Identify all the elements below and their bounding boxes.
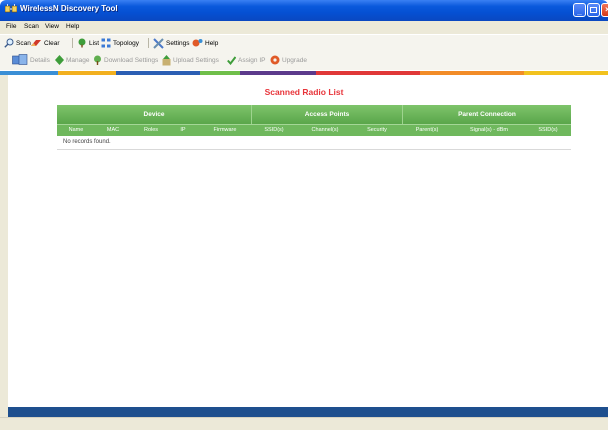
group-parent-connection: Parent Connection bbox=[458, 111, 516, 118]
scan-label: Scan bbox=[16, 39, 31, 47]
radio-grid: Device Access Points Parent Connection N… bbox=[57, 105, 571, 150]
menu-file[interactable]: File bbox=[6, 23, 16, 30]
col-channels[interactable]: Channel(s) bbox=[303, 125, 347, 136]
stripe-segment bbox=[524, 71, 608, 75]
settings-button[interactable]: Settings bbox=[153, 37, 190, 49]
maximize-button[interactable] bbox=[587, 3, 600, 17]
grid-body: No records found. bbox=[57, 136, 571, 150]
stripe-segment bbox=[200, 71, 240, 75]
maximize-icon bbox=[590, 7, 597, 13]
col-parents[interactable]: Parent(s) bbox=[407, 125, 447, 136]
stripe-segment bbox=[116, 71, 200, 75]
menu-view[interactable]: View bbox=[45, 23, 59, 30]
col-mac[interactable]: MAC bbox=[99, 125, 127, 136]
stripe-segment bbox=[316, 71, 420, 75]
app-icon bbox=[5, 4, 17, 13]
upgrade-label: Upgrade bbox=[282, 56, 307, 64]
close-icon: × bbox=[605, 5, 608, 14]
menu-help[interactable]: Help bbox=[66, 23, 79, 30]
help-icon bbox=[192, 39, 203, 47]
manage-button[interactable]: Manage bbox=[55, 54, 90, 66]
topology-button[interactable]: Topology bbox=[101, 37, 139, 49]
upload-icon bbox=[162, 54, 171, 65]
manage-label: Manage bbox=[66, 56, 90, 64]
empty-message: No records found. bbox=[63, 139, 111, 145]
color-stripe bbox=[0, 71, 608, 75]
topology-icon bbox=[101, 38, 111, 48]
stripe-segment bbox=[58, 71, 116, 75]
details-icon bbox=[12, 54, 28, 65]
group-device: Device bbox=[143, 111, 165, 118]
minimize-button[interactable]: _ bbox=[573, 3, 586, 17]
grid-group-header: Device Access Points Parent Connection bbox=[57, 105, 571, 124]
help-button[interactable]: Help bbox=[192, 37, 218, 49]
menu-scan[interactable]: Scan bbox=[24, 23, 39, 30]
manage-icon bbox=[55, 55, 64, 65]
assign-ip-label: Assign IP bbox=[238, 56, 266, 64]
minimize-icon: _ bbox=[577, 7, 582, 16]
download-settings-label: Download Settings bbox=[104, 56, 159, 64]
window-title: WirelessN Discovery Tool bbox=[20, 4, 118, 13]
close-button[interactable]: × bbox=[601, 3, 608, 17]
help-label: Help bbox=[205, 39, 219, 47]
list-label: List bbox=[89, 39, 100, 47]
title-bar[interactable]: WirelessN Discovery Tool _ × bbox=[0, 0, 608, 21]
upload-settings-button[interactable]: Upload Settings bbox=[162, 54, 219, 66]
col-firmware[interactable]: Firmware bbox=[203, 125, 247, 136]
assign-ip-button[interactable]: Assign IP bbox=[227, 54, 265, 66]
col-parent-ssids[interactable]: SSID(s) bbox=[529, 125, 567, 136]
checkmark-icon bbox=[227, 55, 236, 65]
actions-toolbar: Details Manage Download Settings Upload … bbox=[0, 50, 608, 70]
col-roles[interactable]: Roles bbox=[137, 125, 165, 136]
magnifier-icon bbox=[4, 38, 14, 48]
tools-icon bbox=[153, 37, 164, 49]
details-label: Details bbox=[30, 56, 50, 64]
col-name[interactable]: Name bbox=[61, 125, 91, 136]
stripe-segment bbox=[240, 71, 316, 75]
download-settings-button[interactable]: Download Settings bbox=[93, 54, 158, 66]
clear-button[interactable]: Clear bbox=[30, 37, 60, 49]
col-signal[interactable]: Signal(s) - dBm bbox=[457, 125, 521, 136]
left-frame bbox=[0, 75, 8, 417]
scan-button[interactable]: Scan bbox=[4, 37, 31, 49]
list-button[interactable]: List bbox=[77, 37, 99, 49]
toolbar-separator bbox=[148, 38, 149, 48]
grid-column-header: Name MAC Roles IP Firmware SSID(s) Chann… bbox=[57, 124, 571, 136]
upload-settings-label: Upload Settings bbox=[173, 56, 219, 64]
col-ip[interactable]: IP bbox=[173, 125, 193, 136]
col-security[interactable]: Security bbox=[357, 125, 397, 136]
col-ap-ssids[interactable]: SSID(s) bbox=[255, 125, 293, 136]
page-title: Scanned Radio List bbox=[264, 87, 344, 97]
toolbar-separator bbox=[72, 38, 73, 48]
clear-label: Clear bbox=[44, 39, 60, 47]
tree-icon bbox=[78, 38, 86, 48]
bottom-bar bbox=[8, 407, 608, 417]
stripe-segment bbox=[0, 71, 58, 75]
status-bar bbox=[0, 417, 608, 430]
menu-bar: File Scan View Help bbox=[0, 21, 608, 34]
download-icon bbox=[94, 55, 101, 65]
main-toolbar: Scan Clear List Topology Settings Help bbox=[0, 34, 608, 50]
stripe-segment bbox=[420, 71, 524, 75]
upgrade-button[interactable]: Upgrade bbox=[270, 54, 307, 66]
eraser-icon bbox=[31, 40, 41, 46]
topology-label: Topology bbox=[113, 39, 140, 47]
group-access-points: Access Points bbox=[304, 111, 350, 118]
details-button[interactable]: Details bbox=[12, 54, 50, 66]
settings-label: Settings bbox=[166, 39, 190, 47]
upgrade-icon bbox=[270, 55, 280, 65]
